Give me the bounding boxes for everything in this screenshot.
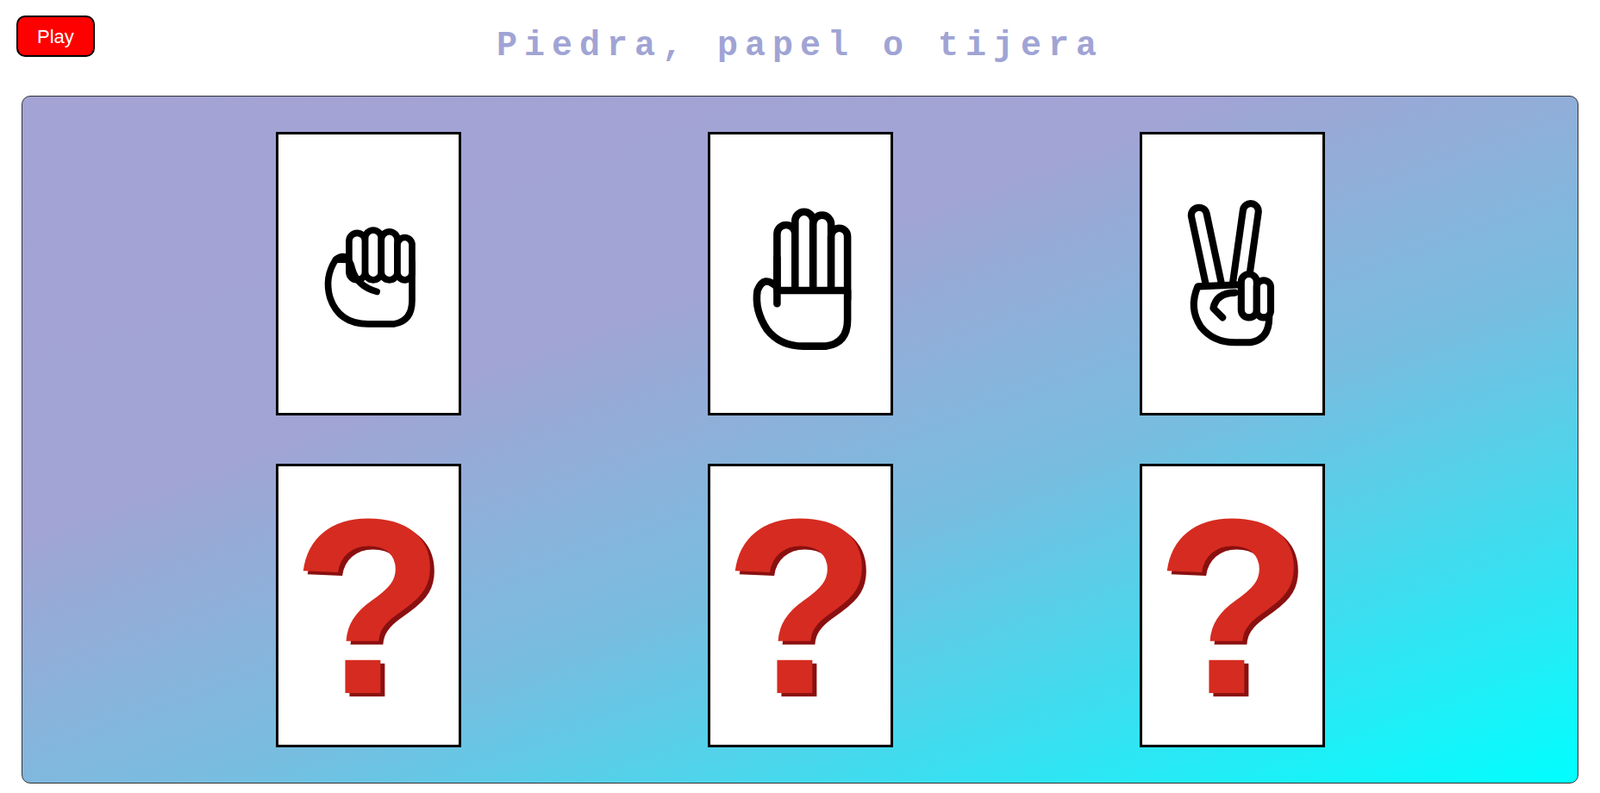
game-title: Piedra, papel o tijera bbox=[496, 20, 1104, 96]
player-card[interactable] bbox=[275, 131, 462, 416]
app: Play Piedra, papel o tijera??? bbox=[0, 0, 1600, 793]
paper-hand-icon bbox=[718, 192, 882, 357]
player-cards bbox=[275, 131, 1325, 416]
play-button[interactable]: Play bbox=[16, 15, 95, 57]
question-mark-icon: ? bbox=[723, 481, 876, 732]
player-card[interactable] bbox=[1139, 131, 1325, 416]
cpu-card: ? bbox=[707, 463, 894, 748]
game-board: ??? bbox=[21, 95, 1579, 784]
question-mark-icon: ? bbox=[291, 481, 444, 732]
player-card[interactable] bbox=[707, 131, 894, 416]
cpu-card: ? bbox=[275, 463, 462, 748]
cpu-cards: ??? bbox=[275, 463, 1325, 748]
scissors-hand-icon bbox=[1154, 196, 1310, 352]
cpu-card: ? bbox=[1139, 463, 1325, 748]
rock-hand-icon bbox=[294, 200, 442, 348]
question-mark-icon: ? bbox=[1155, 481, 1308, 732]
